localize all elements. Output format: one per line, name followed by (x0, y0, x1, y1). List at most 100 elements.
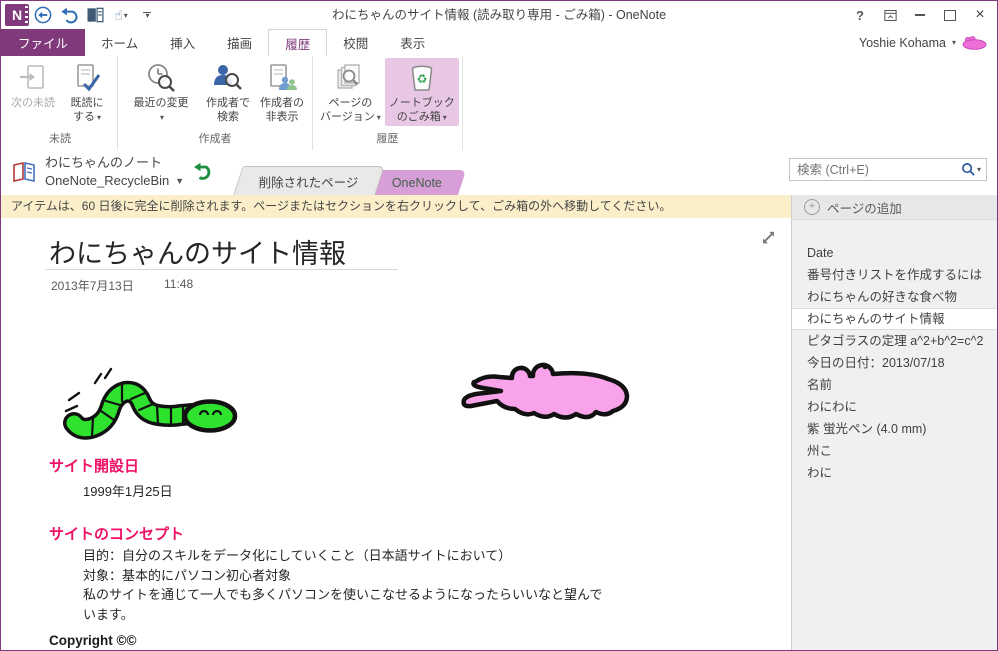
next-unread-button[interactable]: 次の未読 (6, 58, 60, 126)
caterpillar-drawing (63, 367, 238, 440)
crocodile-drawing (461, 362, 630, 420)
notebook-dropdown[interactable]: わにちゃんのノート OneNote_RecycleBin ▼ (45, 154, 184, 190)
section-heading: サイト開設日 (49, 458, 140, 475)
back-circle-icon (34, 6, 52, 24)
title-underline (45, 269, 398, 270)
search-box: ▾ (789, 158, 987, 181)
touch-hand-icon: ☝ (114, 6, 123, 23)
page-list-item[interactable]: わに (792, 462, 997, 484)
ribbon-options-icon (883, 9, 897, 21)
section-tab-onenote[interactable]: OneNote (367, 170, 466, 195)
undo-icon (61, 7, 78, 24)
onenote-logo-icon[interactable]: N (5, 3, 29, 27)
dock-to-desktop-button[interactable] (83, 3, 107, 27)
group-label-history: 履歴 (376, 133, 399, 145)
chevron-down-icon: ▾ (96, 112, 101, 122)
account-name: Yoshie Kohama (858, 35, 946, 50)
customize-qat-button[interactable]: ▾ (135, 3, 159, 27)
page-title[interactable]: わにちゃんのサイト情報 (49, 232, 346, 271)
ribbon-display-options-button[interactable] (875, 3, 905, 27)
undo-button[interactable] (57, 3, 81, 27)
chevron-down-icon: ▾ (123, 10, 128, 20)
section-tabs: 削除されたページ OneNote (233, 163, 466, 195)
account-menu[interactable]: Yoshie Kohama ▾ (859, 29, 987, 56)
chevron-down-icon: ▼ (175, 176, 185, 186)
page-list-item[interactable]: 番号付きリストを作成するには (792, 264, 997, 286)
notebook-icon (11, 160, 37, 189)
notebook-nav-bar: わにちゃんのノート OneNote_RecycleBin ▼ 削除されたページ … (1, 150, 997, 195)
back-button[interactable] (31, 3, 55, 27)
recent-edits-icon (145, 60, 177, 96)
search-scope-dropdown-icon[interactable]: ▾ (977, 165, 981, 174)
group-label-unread: 未読 (49, 133, 71, 145)
maximize-button[interactable] (935, 3, 965, 27)
window-controls: ? × (845, 1, 995, 29)
mark-read-icon (72, 60, 102, 96)
page-list-item[interactable]: 名前 (792, 374, 997, 396)
close-button[interactable]: × (965, 3, 995, 27)
page-time[interactable]: 11:48 (164, 277, 193, 291)
chevron-down-icon: ▾ (951, 38, 956, 47)
nav-back-button[interactable] (193, 162, 213, 187)
recycle-bin-notice: アイテムは、60 日後に完全に削除されます。ページまたはセクションを右クリックし… (1, 195, 791, 218)
page-list-item[interactable]: Date (792, 242, 997, 264)
notebook-recycle-bin-button[interactable]: ♻ ノートブック のごみ箱 ▾ (384, 58, 459, 126)
page-list-item[interactable]: 紫 蛍光ペン (4.0 mm) (792, 418, 997, 440)
page-versions-button[interactable]: ページの バージョン ▾ (316, 58, 385, 126)
copyright-text: Copyright ©© (49, 633, 137, 648)
page-list-item[interactable]: ピタゴラスの定理 a^2+b^2=c^2 (792, 330, 997, 352)
page-versions-icon (334, 60, 366, 96)
page-list-item[interactable]: 今日の日付：2013/07/18 (792, 352, 997, 374)
tab-insert[interactable]: 挿入 (154, 29, 211, 56)
search-icon[interactable] (961, 162, 976, 177)
mark-as-read-button[interactable]: 既読に する ▾ (60, 58, 114, 126)
search-input[interactable] (795, 161, 961, 178)
onenote-window: N ☝ ▾ ▾ わにちゃんのサイト情報 (読み取り専用 - ごみ箱) - One… (0, 0, 998, 651)
page-date[interactable]: 2013年7月13日 (51, 277, 134, 294)
title-bar: N ☝ ▾ ▾ わにちゃんのサイト情報 (読み取り専用 - ごみ箱) - One… (1, 1, 997, 29)
page-list-item[interactable]: わにわに (792, 396, 997, 418)
section-body: 1999年1月25日 (83, 484, 173, 499)
add-page-button[interactable]: + ページの追加 (792, 195, 997, 220)
group-label-authors: 作成者 (198, 133, 232, 145)
crocodile-avatar-icon (962, 35, 987, 50)
page-list: Date 番号付きリストを作成するには わにちゃんの好きな食べ物 わにちゃんのサ… (792, 242, 997, 484)
find-author-icon (212, 60, 244, 96)
hide-authors-icon (266, 60, 298, 96)
tab-home[interactable]: ホーム (85, 29, 154, 56)
dock-window-icon (87, 7, 104, 23)
tab-draw[interactable]: 描画 (211, 29, 268, 56)
find-by-author-button[interactable]: 作成者で 検索 (201, 58, 255, 126)
ribbon-group-history: ページの バージョン ▾ ♻ ノートブック のごみ箱 ▾ 履歴 (313, 56, 463, 150)
minimize-button[interactable] (905, 3, 935, 27)
touch-mouse-mode-button[interactable]: ☝ ▾ (109, 3, 133, 27)
ribbon-tab-row: ファイル ホーム 挿入 描画 履歴 校閲 表示 (1, 29, 997, 57)
recycle-bin-icon: ♻ (407, 60, 437, 96)
window-title: わにちゃんのサイト情報 (読み取り専用 - ごみ箱) - OneNote (331, 8, 667, 22)
chevron-down-icon: ▾ (442, 112, 447, 122)
page-list-sidebar: + ページの追加 Date 番号付きリストを作成するには わにちゃんの好きな食べ… (791, 195, 997, 650)
section-tab-deleted-pages[interactable]: 削除されたページ (233, 166, 385, 195)
page-list-item-selected[interactable]: わにちゃんのサイト情報 (792, 308, 997, 330)
page-content: わにちゃんのサイト情報 2013年7月13日 11:48 サイト開設日 1999… (1, 218, 791, 650)
hide-authors-button[interactable]: 作成者の 非表示 (255, 58, 309, 126)
recent-edits-button[interactable]: 最近の変更 ▾ (121, 58, 201, 126)
help-button[interactable]: ? (845, 3, 875, 27)
notebook-title: わにちゃんのノート (45, 155, 163, 170)
notebook-subtitle: OneNote_RecycleBin (45, 173, 170, 188)
tab-review[interactable]: 校閲 (327, 29, 384, 56)
ribbon-group-unread: 次の未読 既読に する ▾ 未読 (1, 56, 118, 150)
chevron-down-icon: ▾ (376, 112, 381, 122)
section-heading: サイトのコンセプト (49, 526, 185, 543)
chevron-down-icon: ▾ (159, 112, 164, 122)
tab-file[interactable]: ファイル (1, 29, 86, 56)
section-body: 目的：自分のスキルをデータ化にしていくこと（日本語サイトにおいて） 対象：基本的… (83, 548, 603, 622)
ribbon: 次の未読 既読に する ▾ 未読 最近の変更 ▾ 作成者で 検索 作成者の 非表… (1, 56, 997, 198)
tab-history[interactable]: 履歴 (268, 29, 328, 57)
expand-page-button[interactable] (761, 230, 776, 250)
page-list-item[interactable]: わにちゃんの好きな食べ物 (792, 286, 997, 308)
page-list-item[interactable]: 州こ (792, 440, 997, 462)
svg-text:♻: ♻ (416, 72, 427, 86)
tab-view[interactable]: 表示 (384, 29, 441, 56)
ribbon-group-authors: 最近の変更 ▾ 作成者で 検索 作成者の 非表示 作成者 (118, 56, 313, 150)
